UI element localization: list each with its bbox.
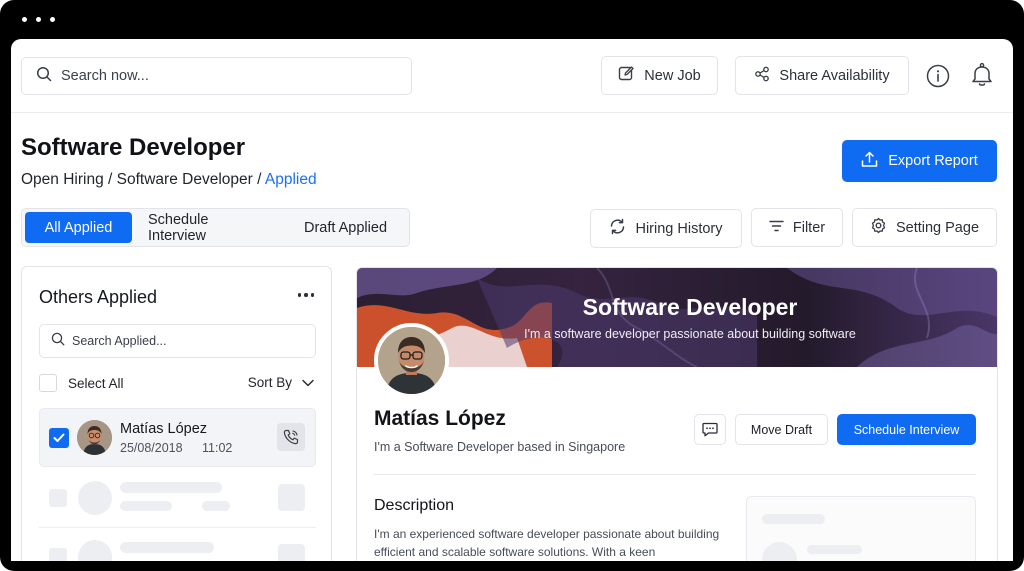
more-options-icon[interactable] [297, 293, 314, 297]
tab-schedule-interview[interactable]: Schedule Interview [132, 212, 285, 244]
window-dot-icon[interactable] [36, 17, 41, 22]
window-controls [22, 17, 55, 22]
global-search[interactable] [21, 57, 412, 95]
window-dot-icon[interactable] [50, 17, 55, 22]
move-draft-button[interactable]: Move Draft [735, 414, 828, 445]
schedule-interview-button[interactable]: Schedule Interview [837, 414, 976, 445]
profile-tagline: I'm a Software Developer based in Singap… [374, 440, 626, 454]
bell-icon[interactable] [970, 62, 994, 87]
export-report-label: Export Report [888, 153, 978, 169]
filter-label: Filter [792, 219, 826, 236]
sort-by-dropdown[interactable]: Sort By [248, 375, 314, 390]
applicant-time: 11:02 [202, 441, 233, 455]
divider [374, 474, 976, 475]
sort-by-label: Sort By [247, 375, 292, 390]
new-job-button[interactable]: New Job [601, 56, 718, 95]
breadcrumb-separator: / [108, 171, 113, 188]
filter-button[interactable]: Filter [751, 208, 843, 247]
banner-subtitle: I'm a software developer passionate abou… [524, 327, 856, 341]
tab-bar: All Applied Schedule Interview Draft App… [21, 208, 410, 247]
window-dot-icon[interactable] [22, 17, 27, 22]
new-job-label: New Job [644, 67, 701, 84]
gear-icon [870, 217, 887, 238]
tab-draft-applied[interactable]: Draft Applied [285, 212, 406, 243]
search-icon [51, 332, 65, 351]
breadcrumb-software-developer[interactable]: Software Developer [117, 171, 253, 188]
filter-icon [769, 220, 784, 236]
description-title: Description [374, 497, 455, 514]
avatar [77, 420, 112, 455]
hiring-history-button[interactable]: Hiring History [590, 209, 742, 248]
description-text: I'm an experienced software developer pa… [374, 527, 720, 559]
breadcrumb-open-hiring[interactable]: Open Hiring [21, 171, 104, 188]
export-report-button[interactable]: Export Report [842, 140, 997, 182]
applicant-date: 25/08/2018 [120, 441, 183, 455]
check-icon [53, 433, 65, 442]
refresh-icon [609, 218, 626, 239]
breadcrumb-separator: / [257, 171, 262, 188]
avatar [374, 323, 449, 398]
profile-name: Matías López [374, 407, 506, 430]
hiring-history-label: Hiring History [635, 220, 723, 237]
edit-icon [618, 65, 635, 86]
panel-title: Others Applied [39, 287, 158, 307]
message-icon[interactable] [694, 414, 726, 445]
profile-banner: Software Developer I'm a software develo… [357, 268, 997, 367]
applicant-row[interactable]: Matías López 25/08/2018 11:02 [39, 408, 316, 467]
window-frame: New Job Share Availability Software Deve… [0, 0, 1024, 571]
search-input[interactable] [61, 68, 361, 84]
share-availability-button[interactable]: Share Availability [735, 56, 909, 95]
share-icon [754, 66, 770, 86]
applicant-name: Matías López [120, 421, 208, 437]
setting-page-button[interactable]: Setting Page [852, 208, 997, 247]
tab-all-applied[interactable]: All Applied [25, 212, 132, 243]
applied-search-input[interactable] [72, 334, 292, 348]
applicants-panel: Others Applied Select All Sort By [21, 266, 332, 561]
select-all[interactable]: Select All [39, 374, 124, 392]
side-card-placeholder [746, 496, 976, 561]
select-all-checkbox[interactable] [39, 374, 57, 392]
top-bar: New Job Share Availability [11, 39, 1013, 113]
chevron-down-icon [302, 375, 314, 390]
applied-search[interactable] [39, 324, 316, 358]
applicant-profile-panel: Software Developer I'm a software develo… [356, 267, 998, 561]
share-availability-label: Share Availability [779, 67, 890, 84]
applicant-checkbox[interactable] [49, 428, 69, 448]
divider [39, 527, 316, 528]
page-title: Software Developer [21, 134, 246, 161]
info-icon[interactable] [926, 64, 950, 88]
banner-title: Software Developer [582, 294, 798, 320]
setting-page-label: Setting Page [895, 219, 980, 236]
upload-icon [861, 151, 878, 172]
search-icon [36, 66, 52, 87]
phone-icon[interactable] [277, 423, 305, 451]
breadcrumb-current: Applied [264, 171, 317, 188]
breadcrumb: Open Hiring / Software Developer / Appli… [21, 171, 317, 189]
select-all-label: Select All [68, 375, 124, 391]
app-screen: New Job Share Availability Software Deve… [11, 39, 1013, 561]
